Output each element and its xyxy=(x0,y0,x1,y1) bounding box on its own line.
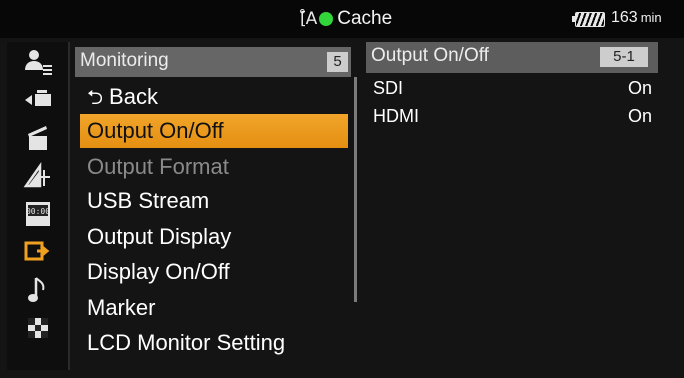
output-monitoring-icon[interactable] xyxy=(7,235,68,269)
menu-header: Monitoring 5 xyxy=(75,47,351,77)
clapperboard-icon[interactable] xyxy=(7,121,68,155)
battery-minutes: 163 xyxy=(611,9,638,26)
battery-remaining: 163 min xyxy=(611,9,662,27)
menu-item-label: Output On/Off xyxy=(87,118,224,143)
menu-item-label: Marker xyxy=(87,295,156,320)
detail-panel: Output On/Off 5-1 SDI On HDMI On xyxy=(366,42,658,370)
audio-note-icon[interactable] xyxy=(7,273,68,307)
cache-label: Cache xyxy=(337,8,393,29)
menu-item-label: Back xyxy=(109,84,158,109)
menu-item-marker[interactable]: Marker xyxy=(80,291,348,325)
battery-unit: min xyxy=(640,10,662,25)
menu-item-output-format[interactable]: Output Format xyxy=(80,150,348,184)
battery-icon xyxy=(572,12,605,27)
camera-menu-screen: [̊A Cache 163 min 00:00 Monitoring 5 ⮌ B… xyxy=(0,0,684,378)
menu-page-number: 5 xyxy=(327,52,348,72)
menu-item-label: Output Display xyxy=(87,224,232,249)
menu-item-output-on-off[interactable]: Output On/Off xyxy=(80,114,348,148)
svg-text:00:00: 00:00 xyxy=(25,207,49,216)
timecode-icon[interactable]: 00:00 xyxy=(7,197,68,231)
media-status: [̊A Cache xyxy=(300,6,392,32)
detail-row-sdi[interactable]: SDI On xyxy=(366,75,658,101)
menu-item-lcd-monitor-setting[interactable]: LCD Monitor Setting xyxy=(80,326,348,360)
detail-row-value: On xyxy=(627,106,652,126)
menu-scrollbar[interactable] xyxy=(354,77,357,302)
detail-row-name: HDMI xyxy=(373,106,419,126)
back-arrow-icon: ⮌ xyxy=(87,85,104,109)
menu-item-usb-stream[interactable]: USB Stream xyxy=(80,184,348,218)
camera-record-icon[interactable] xyxy=(7,83,68,117)
recording-status-dot-icon xyxy=(319,12,334,26)
detail-row-name: SDI xyxy=(373,78,404,98)
user-menu-icon[interactable] xyxy=(7,45,68,79)
detail-page-number: 5-1 xyxy=(600,47,648,67)
menu-item-display-on-off[interactable]: Display On/Off xyxy=(80,255,348,289)
menu-item-label: LCD Monitor Setting xyxy=(87,330,286,355)
detail-title: Output On/Off xyxy=(371,45,489,66)
media-slot-icon: [̊A xyxy=(300,9,317,29)
checkerboard-icon[interactable] xyxy=(7,311,68,345)
picture-settings-icon[interactable] xyxy=(7,159,68,193)
menu-list: Monitoring 5 ⮌ Back Output On/Off Output … xyxy=(75,42,358,370)
menu-item-output-display[interactable]: Output Display xyxy=(80,220,348,254)
category-sidebar: 00:00 xyxy=(7,42,70,370)
menu-item-label: Display On/Off xyxy=(87,259,230,284)
detail-row-value: On xyxy=(627,78,652,98)
detail-header: Output On/Off 5-1 xyxy=(366,42,658,73)
menu-item-label: Output Format xyxy=(87,154,229,179)
detail-row-hdmi[interactable]: HDMI On xyxy=(366,103,658,129)
menu-title: Monitoring xyxy=(80,50,169,71)
menu-item-label: USB Stream xyxy=(87,188,210,213)
status-bar: [̊A Cache 163 min xyxy=(0,0,684,38)
menu-item-back[interactable]: ⮌ Back xyxy=(80,80,348,114)
